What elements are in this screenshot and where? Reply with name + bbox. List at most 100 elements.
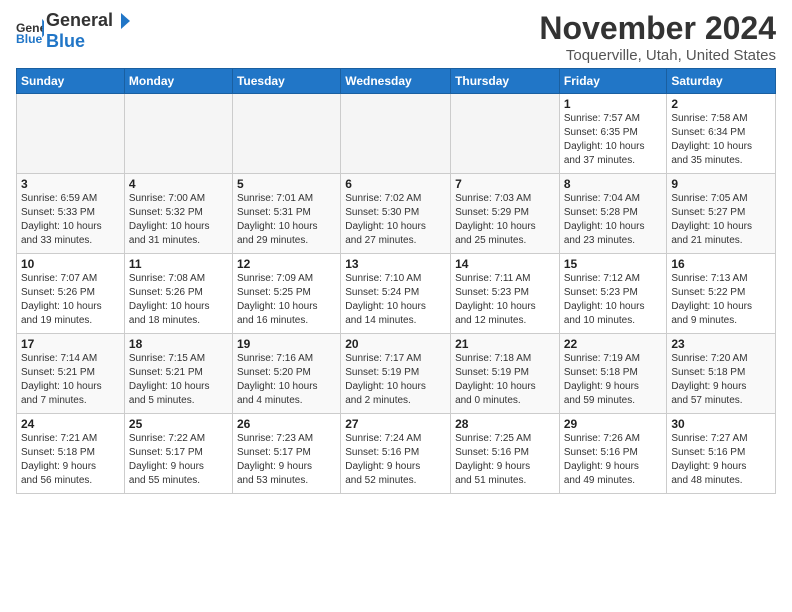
day-number: 9 xyxy=(671,177,771,191)
calendar-cell: 1Sunrise: 7:57 AM Sunset: 6:35 PM Daylig… xyxy=(559,94,667,174)
day-number: 24 xyxy=(21,417,120,431)
calendar-week-2: 3Sunrise: 6:59 AM Sunset: 5:33 PM Daylig… xyxy=(17,174,776,254)
day-info: Sunrise: 7:19 AM Sunset: 5:18 PM Dayligh… xyxy=(564,352,663,408)
calendar-cell: 25Sunrise: 7:22 AM Sunset: 5:17 PM Dayli… xyxy=(124,414,232,494)
day-number: 26 xyxy=(237,417,336,431)
day-number: 25 xyxy=(129,417,228,431)
day-info: Sunrise: 7:13 AM Sunset: 5:22 PM Dayligh… xyxy=(671,272,771,328)
calendar-cell: 23Sunrise: 7:20 AM Sunset: 5:18 PM Dayli… xyxy=(667,334,776,414)
calendar-cell: 12Sunrise: 7:09 AM Sunset: 5:25 PM Dayli… xyxy=(232,254,340,334)
day-info: Sunrise: 7:57 AM Sunset: 6:35 PM Dayligh… xyxy=(564,112,663,168)
day-number: 17 xyxy=(21,337,120,351)
day-number: 27 xyxy=(345,417,446,431)
day-number: 18 xyxy=(129,337,228,351)
day-number: 21 xyxy=(455,337,555,351)
calendar-week-1: 1Sunrise: 7:57 AM Sunset: 6:35 PM Daylig… xyxy=(17,94,776,174)
calendar-cell: 6Sunrise: 7:02 AM Sunset: 5:30 PM Daylig… xyxy=(341,174,451,254)
day-number: 14 xyxy=(455,257,555,271)
calendar-cell: 16Sunrise: 7:13 AM Sunset: 5:22 PM Dayli… xyxy=(667,254,776,334)
day-number: 12 xyxy=(237,257,336,271)
calendar-cell xyxy=(17,94,125,174)
main-container: General Blue General Blue November 2024 … xyxy=(0,0,792,500)
calendar-cell: 13Sunrise: 7:10 AM Sunset: 5:24 PM Dayli… xyxy=(341,254,451,334)
calendar-cell xyxy=(451,94,560,174)
day-header-saturday: Saturday xyxy=(667,69,776,94)
day-info: Sunrise: 7:08 AM Sunset: 5:26 PM Dayligh… xyxy=(129,272,228,328)
calendar-cell: 19Sunrise: 7:16 AM Sunset: 5:20 PM Dayli… xyxy=(232,334,340,414)
day-number: 30 xyxy=(671,417,771,431)
day-info: Sunrise: 7:07 AM Sunset: 5:26 PM Dayligh… xyxy=(21,272,120,328)
day-info: Sunrise: 7:20 AM Sunset: 5:18 PM Dayligh… xyxy=(671,352,771,408)
day-info: Sunrise: 7:24 AM Sunset: 5:16 PM Dayligh… xyxy=(345,432,446,488)
day-number: 16 xyxy=(671,257,771,271)
day-info: Sunrise: 7:09 AM Sunset: 5:25 PM Dayligh… xyxy=(237,272,336,328)
calendar-cell xyxy=(232,94,340,174)
day-info: Sunrise: 7:02 AM Sunset: 5:30 PM Dayligh… xyxy=(345,192,446,248)
calendar-cell: 22Sunrise: 7:19 AM Sunset: 5:18 PM Dayli… xyxy=(559,334,667,414)
day-info: Sunrise: 7:21 AM Sunset: 5:18 PM Dayligh… xyxy=(21,432,120,488)
title-block: November 2024 Toquerville, Utah, United … xyxy=(539,10,776,64)
day-header-sunday: Sunday xyxy=(17,69,125,94)
calendar-cell: 8Sunrise: 7:04 AM Sunset: 5:28 PM Daylig… xyxy=(559,174,667,254)
calendar-cell: 20Sunrise: 7:17 AM Sunset: 5:19 PM Dayli… xyxy=(341,334,451,414)
day-info: Sunrise: 7:25 AM Sunset: 5:16 PM Dayligh… xyxy=(455,432,555,488)
calendar-cell: 27Sunrise: 7:24 AM Sunset: 5:16 PM Dayli… xyxy=(341,414,451,494)
svg-text:Blue: Blue xyxy=(16,32,43,45)
day-number: 2 xyxy=(671,97,771,111)
day-number: 22 xyxy=(564,337,663,351)
logo-icon: General Blue xyxy=(16,17,44,45)
day-header-monday: Monday xyxy=(124,69,232,94)
logo: General Blue General Blue xyxy=(16,10,131,52)
logo-general-text: General xyxy=(46,10,113,31)
day-number: 28 xyxy=(455,417,555,431)
day-number: 7 xyxy=(455,177,555,191)
day-info: Sunrise: 7:16 AM Sunset: 5:20 PM Dayligh… xyxy=(237,352,336,408)
day-number: 11 xyxy=(129,257,228,271)
day-info: Sunrise: 7:14 AM Sunset: 5:21 PM Dayligh… xyxy=(21,352,120,408)
calendar-header-row: SundayMondayTuesdayWednesdayThursdayFrid… xyxy=(17,69,776,94)
day-info: Sunrise: 7:17 AM Sunset: 5:19 PM Dayligh… xyxy=(345,352,446,408)
calendar-cell: 30Sunrise: 7:27 AM Sunset: 5:16 PM Dayli… xyxy=(667,414,776,494)
day-header-friday: Friday xyxy=(559,69,667,94)
calendar-cell: 18Sunrise: 7:15 AM Sunset: 5:21 PM Dayli… xyxy=(124,334,232,414)
calendar-week-4: 17Sunrise: 7:14 AM Sunset: 5:21 PM Dayli… xyxy=(17,334,776,414)
day-number: 5 xyxy=(237,177,336,191)
calendar-cell: 4Sunrise: 7:00 AM Sunset: 5:32 PM Daylig… xyxy=(124,174,232,254)
day-number: 20 xyxy=(345,337,446,351)
day-number: 6 xyxy=(345,177,446,191)
day-info: Sunrise: 7:26 AM Sunset: 5:16 PM Dayligh… xyxy=(564,432,663,488)
day-info: Sunrise: 7:22 AM Sunset: 5:17 PM Dayligh… xyxy=(129,432,228,488)
logo-text: General Blue xyxy=(46,10,131,52)
day-number: 1 xyxy=(564,97,663,111)
day-info: Sunrise: 7:11 AM Sunset: 5:23 PM Dayligh… xyxy=(455,272,555,328)
header: General Blue General Blue November 2024 … xyxy=(16,10,776,64)
day-info: Sunrise: 7:01 AM Sunset: 5:31 PM Dayligh… xyxy=(237,192,336,248)
calendar-table: SundayMondayTuesdayWednesdayThursdayFrid… xyxy=(16,68,776,494)
logo-flag-icon xyxy=(113,12,131,30)
calendar-cell: 10Sunrise: 7:07 AM Sunset: 5:26 PM Dayli… xyxy=(17,254,125,334)
day-number: 13 xyxy=(345,257,446,271)
day-number: 23 xyxy=(671,337,771,351)
calendar-cell: 29Sunrise: 7:26 AM Sunset: 5:16 PM Dayli… xyxy=(559,414,667,494)
day-info: Sunrise: 7:10 AM Sunset: 5:24 PM Dayligh… xyxy=(345,272,446,328)
day-info: Sunrise: 7:18 AM Sunset: 5:19 PM Dayligh… xyxy=(455,352,555,408)
day-number: 15 xyxy=(564,257,663,271)
calendar-cell: 15Sunrise: 7:12 AM Sunset: 5:23 PM Dayli… xyxy=(559,254,667,334)
day-number: 29 xyxy=(564,417,663,431)
day-info: Sunrise: 7:12 AM Sunset: 5:23 PM Dayligh… xyxy=(564,272,663,328)
location: Toquerville, Utah, United States xyxy=(539,47,776,64)
day-info: Sunrise: 7:23 AM Sunset: 5:17 PM Dayligh… xyxy=(237,432,336,488)
calendar-cell: 17Sunrise: 7:14 AM Sunset: 5:21 PM Dayli… xyxy=(17,334,125,414)
day-info: Sunrise: 7:27 AM Sunset: 5:16 PM Dayligh… xyxy=(671,432,771,488)
day-info: Sunrise: 7:15 AM Sunset: 5:21 PM Dayligh… xyxy=(129,352,228,408)
logo-blue-text: Blue xyxy=(46,31,85,51)
calendar-cell: 26Sunrise: 7:23 AM Sunset: 5:17 PM Dayli… xyxy=(232,414,340,494)
calendar-cell: 3Sunrise: 6:59 AM Sunset: 5:33 PM Daylig… xyxy=(17,174,125,254)
day-info: Sunrise: 7:04 AM Sunset: 5:28 PM Dayligh… xyxy=(564,192,663,248)
day-number: 4 xyxy=(129,177,228,191)
day-header-wednesday: Wednesday xyxy=(341,69,451,94)
calendar-week-5: 24Sunrise: 7:21 AM Sunset: 5:18 PM Dayli… xyxy=(17,414,776,494)
calendar-cell xyxy=(341,94,451,174)
month-year: November 2024 xyxy=(539,10,776,47)
day-info: Sunrise: 7:05 AM Sunset: 5:27 PM Dayligh… xyxy=(671,192,771,248)
